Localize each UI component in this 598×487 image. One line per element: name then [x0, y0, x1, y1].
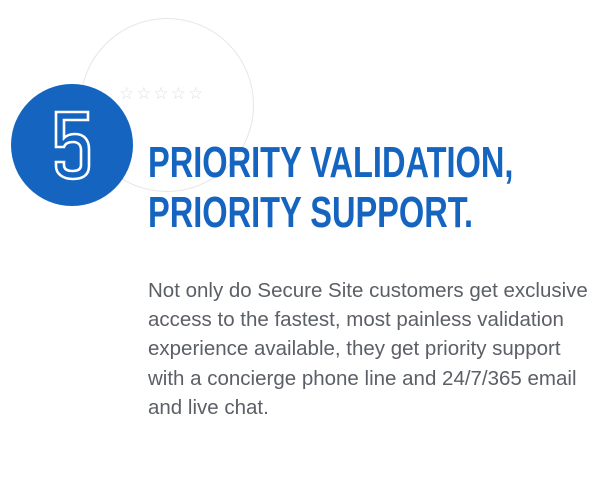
five-stars-icon: ☆☆☆☆☆ — [119, 84, 206, 104]
heading-line-2: PRIORITY SUPPORT. — [148, 188, 474, 237]
step-number-badge — [11, 84, 133, 206]
section-heading: PRIORITY VALIDATION, PRIORITY SUPPORT. — [148, 138, 513, 238]
digit-five-icon — [54, 110, 91, 181]
description-paragraph: Not only do Secure Site customers get ex… — [148, 279, 588, 419]
heading-line-1: PRIORITY VALIDATION, — [148, 138, 514, 187]
